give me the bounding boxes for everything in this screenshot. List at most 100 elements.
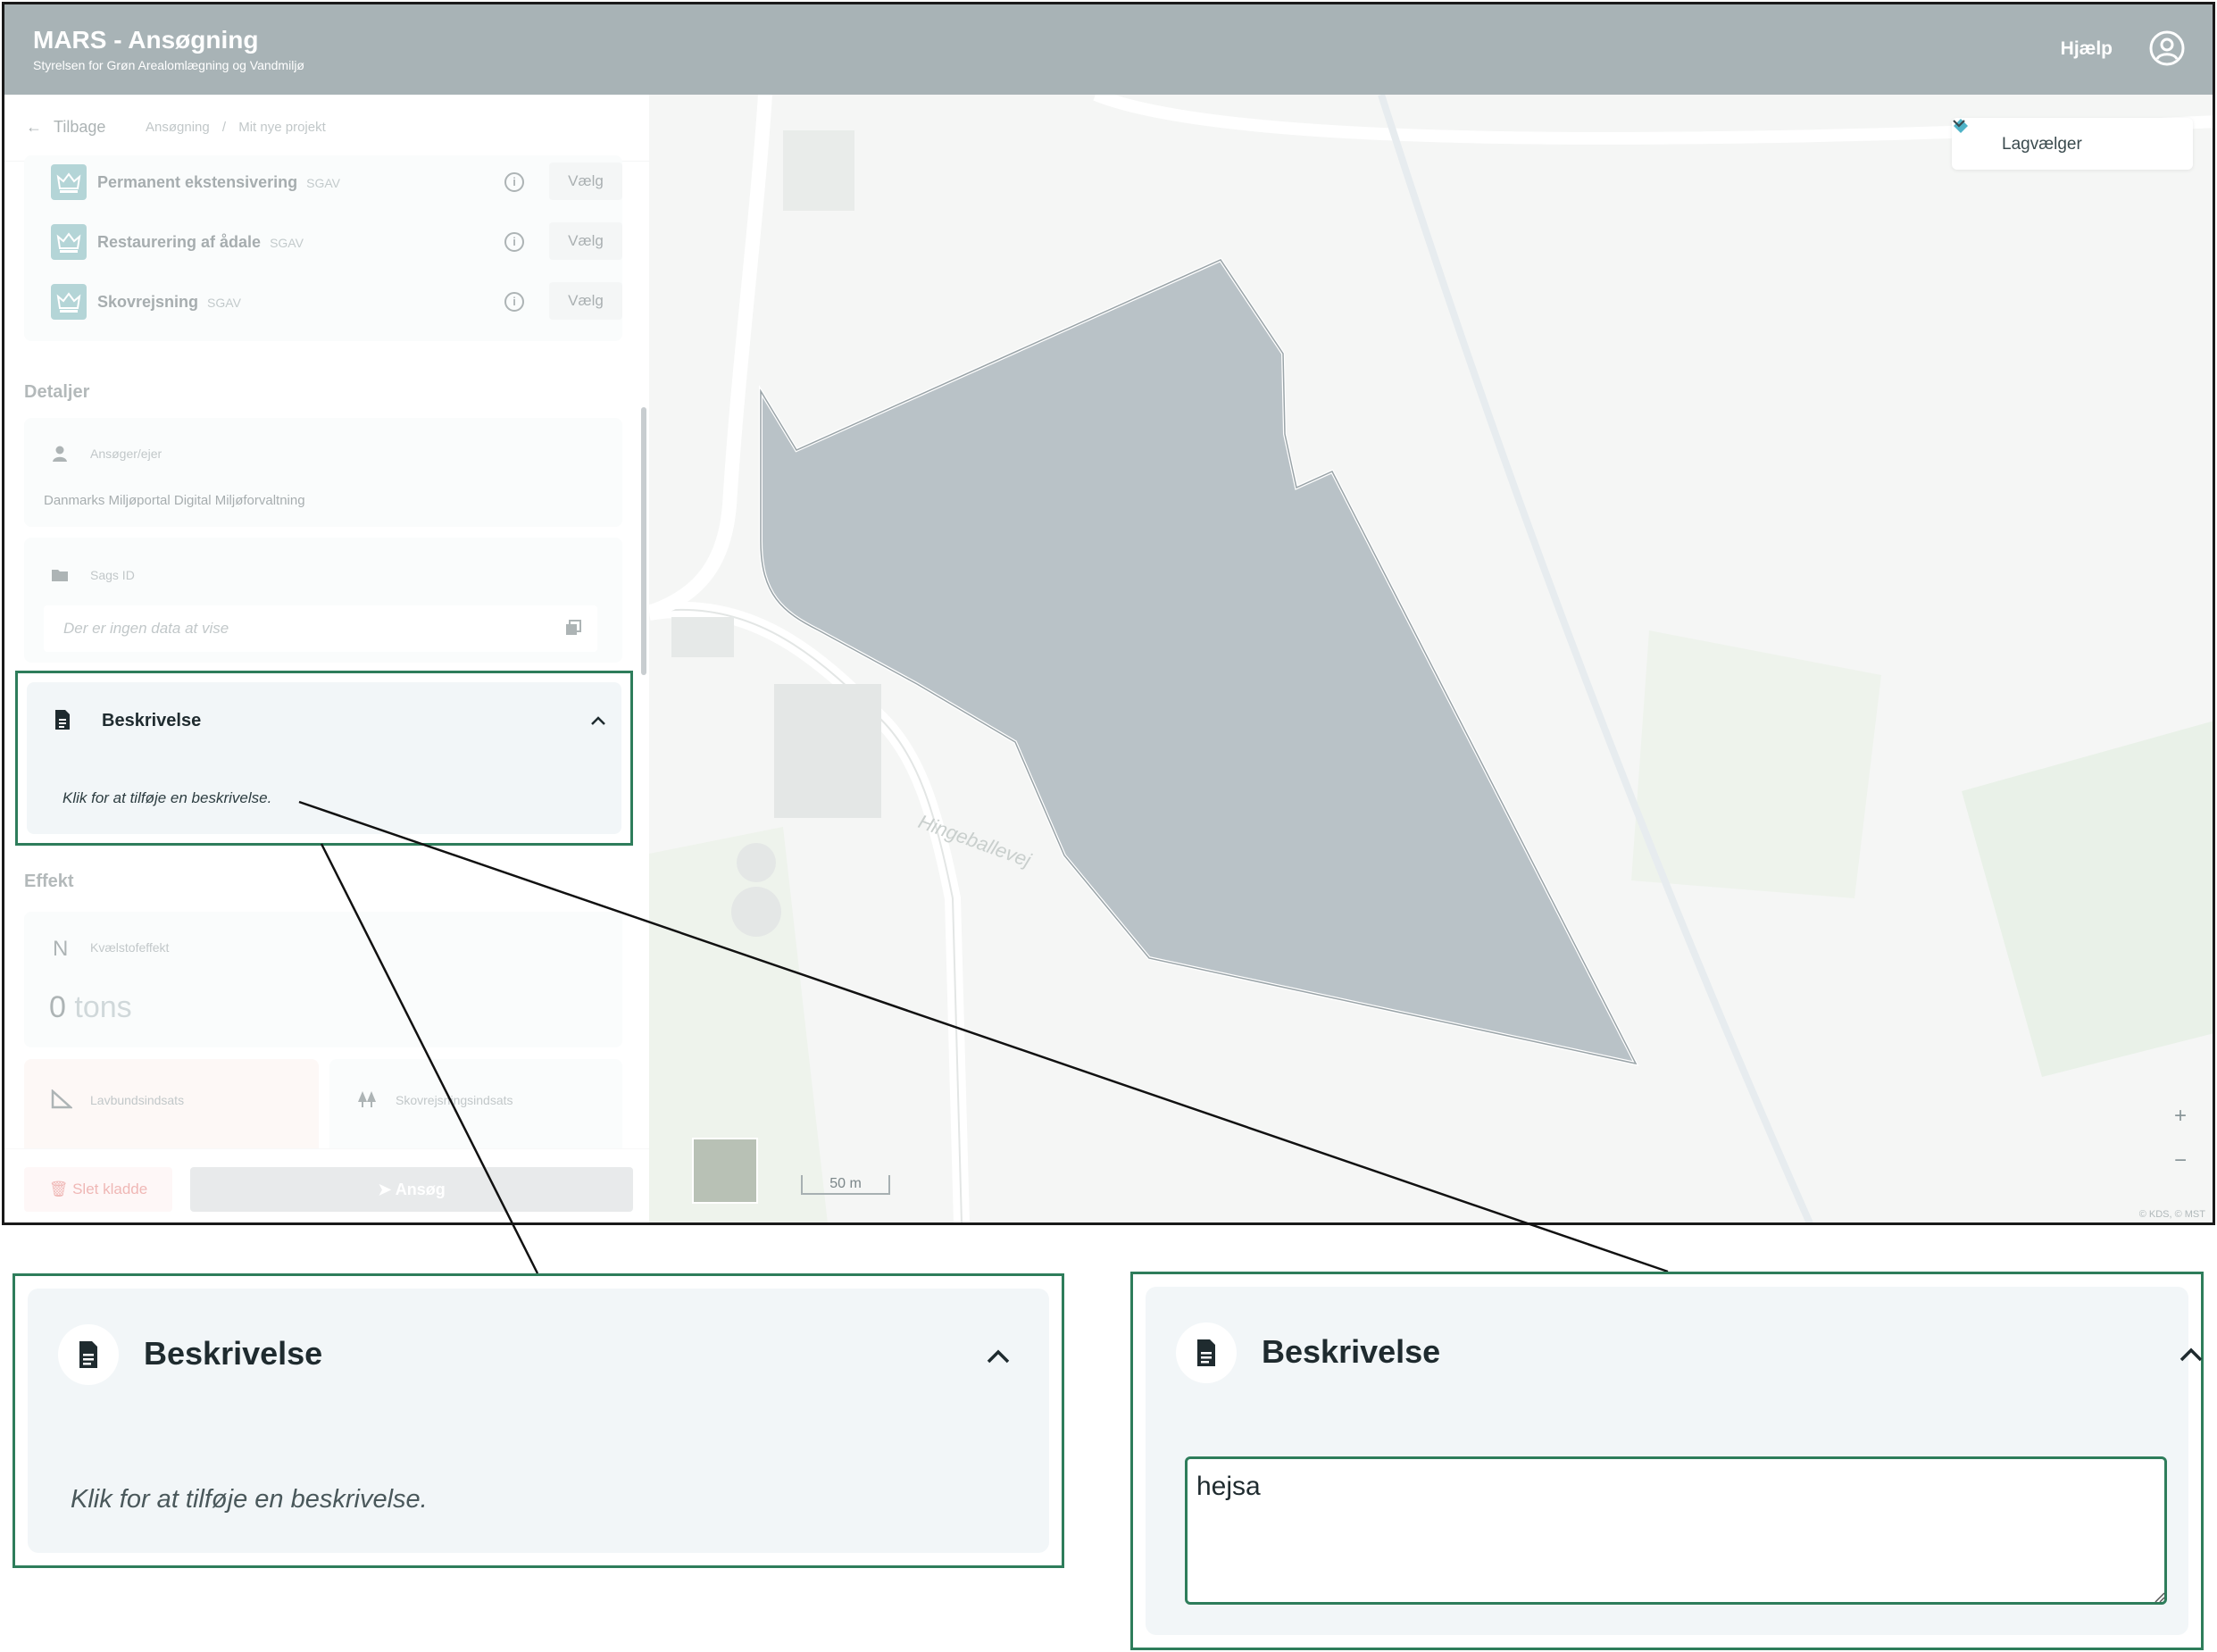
case-id-card: Sags ID Der er ingen data at vise [24,538,622,663]
nitrogen-value: 0 tons [49,990,132,1024]
chevron-up-icon[interactable] [2178,1346,2204,1364]
chevron-up-icon[interactable] [589,714,607,727]
zoom-out-button[interactable]: − [2170,1148,2191,1175]
delete-draft-button[interactable]: 🗑 Slet kladde [24,1167,172,1212]
map-road [649,95,772,620]
left-panel: ← Tilbage Ansøgning / Mit nye projekt Pe… [4,95,649,1222]
delete-draft-label: Slet kladde [72,1181,148,1197]
case-id-label: Sags ID [90,568,135,582]
chevron-up-icon[interactable] [985,1347,1012,1365]
info-icon[interactable]: i [504,232,524,252]
app-screenshot: MARS - Ansøgning Styrelsen for Grøn Area… [2,2,2215,1225]
callout-description-editing: Beskrivelse hejsa [1130,1272,2204,1650]
map-building [774,684,881,818]
back-button[interactable]: ← Tilbage [26,118,105,137]
description-card-zoom[interactable]: Beskrivelse Klik for at tilføje en beskr… [28,1289,1049,1553]
trash-icon: 🗑 [48,1181,69,1197]
forest-label: Skovrejsningsindsats [396,1093,513,1107]
map-view[interactable]: Hingeballevej Lagvælger + − 50 m © KDS, … [649,95,2215,1223]
zoom-in-button[interactable]: + [2170,1104,2191,1131]
description-heading: Beskrivelse [144,1335,323,1372]
nitrogen-effect-card: N Kvælstofeffekt 0 tons [24,912,622,1047]
map-building [783,130,854,211]
document-icon [55,710,70,730]
measure-list: Permanent ekstensivering SGAV i Vælg Rest… [24,155,622,341]
apply-button[interactable]: ➤ Ansøg [190,1167,633,1212]
effect-heading: Effekt [24,872,74,891]
case-id-empty: Der er ingen data at vise [63,620,229,637]
scale-bar: 50 m [801,1175,890,1195]
crown-icon [51,224,87,260]
description-card[interactable]: Beskrivelse Klik for at tilføje en beskr… [27,682,621,834]
arrow-left-icon: ← [26,118,42,136]
map-field [1631,630,1881,898]
applicant-label: Ansøger/ejer [90,446,163,461]
choose-button[interactable]: Vælg [549,222,622,260]
breadcrumb: ← Tilbage Ansøgning / Mit nye projekt [4,95,649,162]
document-icon-wrap [58,1324,119,1385]
description-section[interactable]: Beskrivelse Klik for at tilføje en beskr… [15,671,633,846]
measure-name: Restaurering af ådale SGAV [97,233,304,251]
description-heading: Beskrivelse [1262,1333,1441,1370]
back-label: Tilbage [54,118,106,136]
breadcrumb-item-project: Mit nye projekt [238,120,326,135]
layer-picker-label: Lagvælger [2002,135,2082,154]
measure-name: Permanent ekstensivering SGAV [97,173,340,191]
nitrogen-label: Kvælstofeffekt [90,940,170,955]
measure-item: Skovrejsning SGAV i Vælg [51,282,622,321]
forest-card: Skovrejsningsindsats [329,1059,622,1157]
map-building [731,887,781,937]
breadcrumb-trail: Ansøgning / Mit nye projekt [146,120,326,135]
document-icon-wrap [1176,1322,1237,1383]
lowland-label: Lavbundsindsats [90,1093,185,1107]
chevron-down-icon [1953,120,1965,128]
details-heading: Detaljer [24,382,90,402]
nitrogen-icon: N [53,937,69,961]
trees-icon [358,1091,376,1107]
map-attribution: © KDS, © MST [2138,1209,2205,1220]
description-heading: Beskrivelse [102,711,202,730]
crown-icon [51,164,87,200]
description-card-editing: Beskrivelse hejsa [1146,1287,2203,1635]
person-icon [53,446,67,462]
choose-button[interactable]: Vælg [549,163,622,200]
choose-button[interactable]: Vælg [549,282,622,320]
project-area-polygon[interactable] [759,257,1639,1066]
basemap-thumbnail[interactable] [692,1138,758,1204]
map-building [737,843,776,882]
app-title: MARS - Ansøgning [33,26,259,54]
apply-label: Ansøg [395,1181,446,1198]
info-icon[interactable]: i [504,172,524,192]
map-canvas[interactable]: Hingeballevej [649,95,2215,1223]
help-link[interactable]: Hjælp [2061,38,2113,60]
description-textarea[interactable]: hejsa [1185,1456,2167,1605]
panel-scrollbar[interactable] [641,407,646,675]
measure-item: Restaurering af ådale SGAV i Vælg [51,222,622,262]
measure-item: Permanent ekstensivering SGAV i Vælg [51,163,622,202]
info-icon[interactable]: i [504,292,524,312]
app-header: MARS - Ansøgning Styrelsen for Grøn Area… [4,4,2213,95]
panel-footer: 🗑 Slet kladde ➤ Ansøg [4,1148,649,1222]
description-hint[interactable]: Klik for at tilføje en beskrivelse. [63,789,271,807]
ruler-triangle-icon [51,1089,72,1109]
crown-icon [51,284,87,320]
description-hint[interactable]: Klik for at tilføje en beskrivelse. [71,1485,428,1514]
app-subtitle: Styrelsen for Grøn Arealomlægning og Van… [33,58,304,72]
map-building [671,617,734,657]
callout-description-collapsed: Beskrivelse Klik for at tilføje en beskr… [13,1273,1064,1568]
user-circle-icon[interactable] [2148,29,2186,67]
document-icon [1197,1339,1215,1366]
applicant-value: Danmarks Miljøportal Digital Miljøforval… [44,493,305,508]
document-icon [79,1341,97,1368]
layer-picker-button[interactable]: Lagvælger [1952,118,2193,170]
map-field [1962,721,2213,1077]
applicant-card: Ansøger/ejer Danmarks Miljøportal Digita… [24,418,622,527]
folder-icon [52,570,68,581]
breadcrumb-item-application[interactable]: Ansøgning [146,120,210,135]
case-id-field: Der er ingen data at vise [44,605,597,652]
resize-handle-icon[interactable] [2153,1590,2165,1603]
breadcrumb-separator: / [221,120,227,135]
measure-name: Skovrejsning SGAV [97,293,241,311]
lowland-card: Lavbundsindsats [24,1059,319,1157]
copy-icon[interactable] [565,620,581,636]
